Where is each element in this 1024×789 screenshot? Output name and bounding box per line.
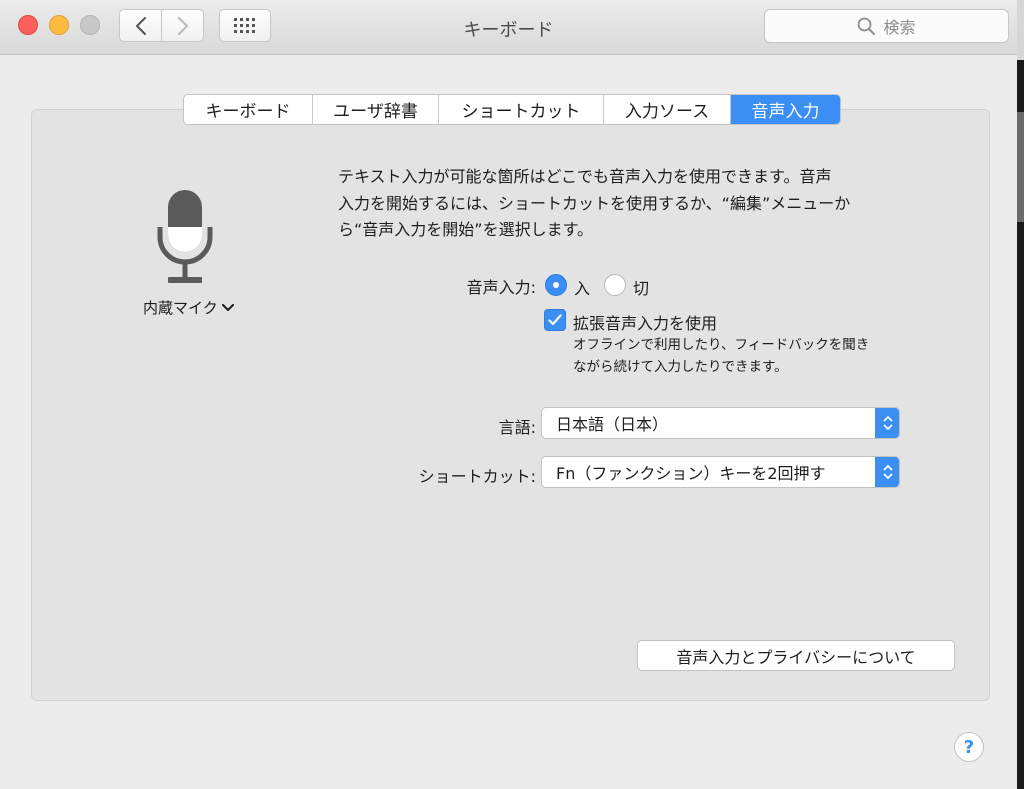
description-line: 入力を開始するには、ショートカットを使用するか、“編集”メニューか [338,193,851,213]
tab-bar: キーボード ユーザ辞書 ショートカット 入力ソース 音声入力 [183,94,841,125]
dictation-off-label: 切 [633,279,650,298]
language-label: 言語: [498,418,536,437]
dictation-label: 音声入力: [466,278,536,297]
help-button[interactable]: ? [954,732,984,762]
checkmark-icon [548,314,562,326]
enhanced-desc-line: オフラインで利用したり、フィードバックを聞き [573,337,870,353]
updown-arrows-icon [875,408,899,438]
description-text: テキスト入力が可能な箇所はどこでも音声入力を使用できます。音声 入力を開始するに… [338,164,928,244]
dictation-off-radio[interactable] [604,274,626,296]
chevron-down-icon [221,303,234,311]
microphone-selector[interactable]: 内蔵マイク [143,297,234,318]
dictation-on-radio[interactable] [545,274,567,296]
enhanced-dictation-description: オフラインで利用したり、フィードバックを聞き ながら続けて入力したりできます。 [573,334,933,378]
search-icon [858,17,876,35]
tab-input-sources[interactable]: 入力ソース [604,95,731,124]
shortcut-popup[interactable]: Fn（ファンクション）キーを2回押す [541,456,900,488]
microphone-label: 内蔵マイク [143,299,218,317]
tab-user-dictionary[interactable]: ユーザ辞書 [313,95,439,124]
description-line: テキスト入力が可能な箇所はどこでも音声入力を使用できます。音声 [338,167,832,186]
language-value: 日本語（日本） [556,415,669,434]
search-field[interactable]: 検索 [764,9,1009,43]
background-window-edge [1017,0,1024,789]
language-popup[interactable]: 日本語（日本） [541,407,900,439]
shortcut-label: ショートカット: [418,467,536,486]
enhanced-desc-line: ながら続けて入力したりできます。 [573,359,788,375]
updown-arrows-icon [875,457,899,487]
privacy-button[interactable]: 音声入力とプライバシーについて [637,640,955,671]
microphone-icon [157,190,213,283]
search-placeholder: 検索 [883,18,916,37]
tab-keyboard[interactable]: キーボード [184,95,313,124]
tab-shortcuts[interactable]: ショートカット [439,95,604,124]
shortcut-value: Fn（ファンクション）キーを2回押す [556,464,826,483]
tab-dictation[interactable]: 音声入力 [731,95,840,124]
enhanced-dictation-label: 拡張音声入力を使用 [573,314,718,333]
enhanced-dictation-checkbox[interactable] [544,309,566,331]
dictation-on-label: 入 [574,279,591,298]
description-line: ら“音声入力を開始”を選択します。 [338,220,593,239]
titlebar: キーボード 検索 [0,0,1017,55]
